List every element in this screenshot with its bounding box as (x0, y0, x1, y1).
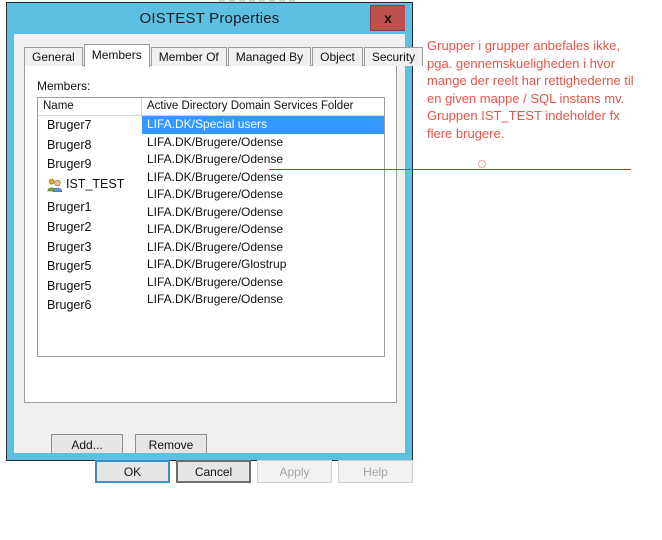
member-name-label: Bruger6 (47, 296, 91, 316)
cancel-button[interactable]: Cancel (176, 460, 251, 483)
member-folder-row[interactable]: LIFA.DK/Brugere/Odense (142, 274, 384, 292)
title-bar[interactable]: OISTEST Properties x (7, 3, 412, 34)
member-name-row[interactable]: Bruger6 (38, 296, 142, 316)
dialog-body: GeneralMembersMember OfManaged ByObjectS… (14, 34, 407, 455)
members-list[interactable]: Name Active Directory Domain Services Fo… (37, 97, 385, 357)
member-folder-row[interactable]: LIFA.DK/Brugere/Odense (142, 204, 384, 222)
tab-member-of[interactable]: Member Of (151, 47, 227, 66)
member-name-label: Bruger9 (47, 155, 91, 175)
member-name-label: Bruger1 (47, 198, 91, 218)
ghost-artifact-circle (478, 160, 486, 168)
member-name-label: Bruger8 (47, 136, 91, 156)
member-name-row[interactable]: Bruger3 (38, 238, 142, 258)
member-name-row[interactable]: Bruger5 (38, 257, 142, 277)
member-folder-row[interactable]: LIFA.DK/Brugere/Odense (142, 186, 384, 204)
member-name-label: IST_TEST (66, 175, 124, 195)
member-name-row[interactable]: Bruger7 (38, 116, 142, 136)
member-name-label: Bruger5 (47, 277, 91, 297)
member-name-row[interactable]: Bruger2 (38, 218, 142, 238)
tab-strip: GeneralMembersMember OfManaged ByObjectS… (24, 44, 424, 66)
member-name-label: Bruger3 (47, 238, 91, 258)
member-name-row[interactable]: IST_TEST (38, 175, 142, 195)
member-name-row[interactable]: Bruger1 (38, 198, 142, 218)
properties-dialog: OISTEST Properties x GeneralMembersMembe… (6, 2, 413, 461)
tab-security[interactable]: Security (364, 47, 423, 66)
tab-general[interactable]: General (24, 47, 83, 66)
list-rows: Bruger7Bruger8Bruger9IST_TESTBruger1Brug… (38, 116, 384, 357)
member-folder-row[interactable]: LIFA.DK/Brugere/Odense (142, 151, 384, 169)
column-header-name[interactable]: Name (38, 98, 142, 115)
ok-button[interactable]: OK (95, 460, 170, 483)
column-header-folder[interactable]: Active Directory Domain Services Folder (142, 98, 384, 115)
member-folder-row[interactable]: LIFA.DK/Brugere/Odense (142, 221, 384, 239)
member-folder-row[interactable]: LIFA.DK/Brugere/Odense (142, 169, 384, 187)
folder-column: LIFA.DK/Special usersLIFA.DK/Brugere/Ode… (142, 116, 384, 309)
member-folder-row[interactable]: LIFA.DK/Brugere/Odense (142, 291, 384, 309)
tab-object[interactable]: Object (312, 47, 363, 66)
tab-members[interactable]: Members (84, 44, 150, 67)
close-icon[interactable]: x (370, 5, 406, 31)
group-icon (47, 178, 63, 192)
name-column: Bruger7Bruger8Bruger9IST_TESTBruger1Brug… (38, 116, 142, 316)
tab-managed-by[interactable]: Managed By (228, 47, 311, 66)
member-name-label: Bruger5 (47, 257, 91, 277)
member-folder-row[interactable]: LIFA.DK/Brugere/Odense (142, 239, 384, 257)
members-label: Members: (37, 79, 90, 93)
member-folder-row[interactable]: LIFA.DK/Brugere/Odense (142, 134, 384, 152)
list-header: Name Active Directory Domain Services Fo… (38, 98, 384, 116)
member-name-row[interactable]: Bruger9 (38, 155, 142, 175)
member-name-row[interactable]: Bruger5 (38, 277, 142, 297)
annotation-leader-line (269, 169, 631, 170)
member-name-label: Bruger2 (47, 218, 91, 238)
member-folder-row-selected[interactable]: LIFA.DK/Special users (142, 116, 385, 134)
member-name-label: Bruger7 (47, 116, 91, 136)
apply-button: Apply (257, 460, 332, 483)
member-folder-row[interactable]: LIFA.DK/Brugere/Glostrup (142, 256, 384, 274)
annotation-text: Grupper i grupper anbefales ikke, pga. g… (427, 37, 645, 143)
add-button[interactable]: Add... (51, 434, 123, 456)
window-title: OISTEST Properties (139, 10, 279, 27)
member-name-row[interactable]: Bruger8 (38, 136, 142, 156)
members-tab-panel: Members: Name Active Directory Domain Se… (24, 65, 397, 403)
remove-button[interactable]: Remove (135, 434, 207, 456)
help-button: Help (338, 460, 413, 483)
screen: OISTEST Properties x GeneralMembersMembe… (0, 0, 662, 540)
